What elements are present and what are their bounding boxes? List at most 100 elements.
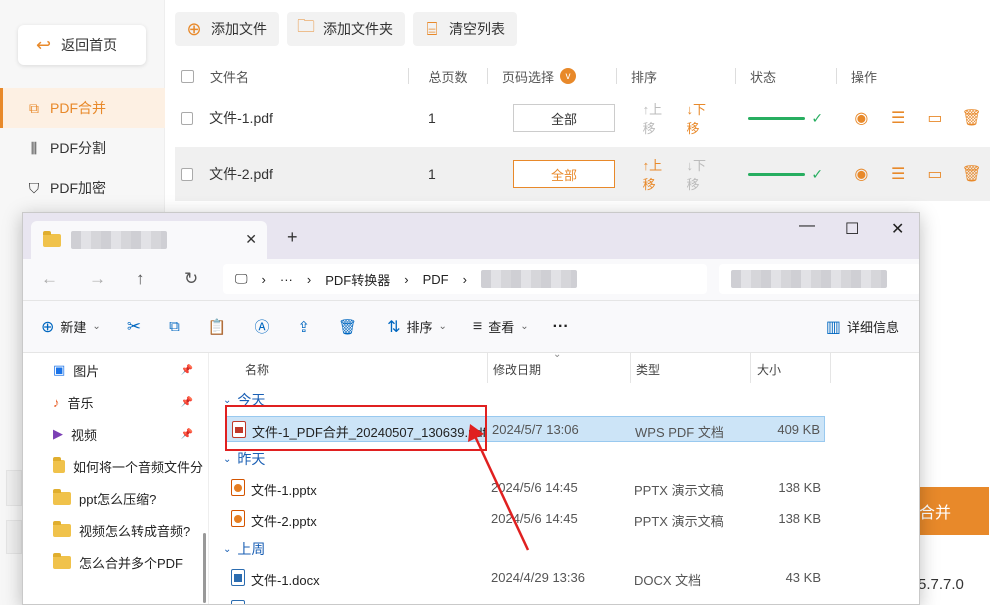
open-folder-icon[interactable]: ▭ [917,164,954,184]
sidebar-item-pdf-encrypt[interactable]: ⛉ PDF加密 [0,168,165,208]
nav-item-folder[interactable]: 怎么合并多个PDF [53,549,203,575]
preview-eye-icon[interactable]: ◉ [843,164,880,184]
nav-item-pictures[interactable]: ▣ 图片 📌 [53,357,203,383]
chevron-down-icon[interactable]: v [560,68,577,84]
clear-list-button[interactable]: ⌸ 清空列表 [413,12,517,46]
folder-icon: 🗀 [297,16,315,36]
move-down-button[interactable]: ↓下移 [687,155,717,193]
sort-button[interactable]: ⇅ 排序 ⌄ [387,317,447,337]
trash-icon[interactable]: 🗑 [953,108,990,128]
docx-file-icon [231,569,245,586]
move-up-button[interactable]: ↑上移 [643,99,673,137]
nav-item-folder[interactable]: 视频怎么转成音频? [53,517,203,543]
col-modified[interactable]: 修改日期 [493,361,541,378]
nav-item-folder[interactable]: ppt怎么压缩? [53,485,203,511]
cut-icon[interactable]: ✂ [127,317,141,337]
sidebar-item-pdf-split[interactable]: ⫼ PDF分割 [0,128,165,168]
new-button[interactable]: ⊕ 新建 ⌄ [41,317,101,337]
divider [836,68,838,84]
move-up-label: 上移 [642,102,663,136]
move-down-button[interactable]: ↓下移 [687,99,717,137]
col-size[interactable]: 大小 [757,361,781,378]
minimize-icon[interactable]: — [799,217,815,235]
col-pages: 总页数 [428,69,468,85]
group-header-last-week[interactable]: ⌄ 上周 [223,539,265,559]
video-icon: ▶ [53,426,63,441]
pin-icon[interactable]: 📌 [181,429,193,440]
lock-shield-icon: ⛉ [28,179,40,196]
file-name: 文件-1.pdf [209,110,273,126]
col-name[interactable]: 名称 [245,361,269,378]
sort-icon: ⇅ [387,318,401,336]
breadcrumb-more[interactable]: ··· [280,272,293,287]
maximize-icon[interactable]: ☐ [845,219,859,239]
chevron-down-icon: ⌄ [92,321,101,332]
explorer-tab[interactable]: ✕ [31,221,267,259]
file-row[interactable]: 文件-1.docx 2024/4/29 13:36 DOCX 文档 43 KB [225,565,825,591]
delete-icon[interactable]: 🗑 [338,318,357,336]
chevron-down-icon: ⌄ [223,543,232,555]
file-type: DOCX 文档 [634,573,702,588]
new-tab-icon[interactable]: + [287,227,298,248]
close-tab-icon[interactable]: ✕ [245,231,257,248]
monitor-icon: 🖵 [235,271,248,286]
refresh-icon[interactable]: ↻ [184,269,198,289]
forward-arrow-icon[interactable]: → [89,269,106,289]
nav-item-label: 怎么合并多个PDF [79,555,184,571]
copy-icon[interactable]: ⧉ [169,318,180,335]
sidebar-item-pdf-merge[interactable]: ⧉ PDF合并 [0,88,165,128]
page-select-button[interactable]: 全部 [513,160,615,188]
nav-item-label: 音乐 [67,395,94,411]
nav-scrollbar[interactable] [203,533,206,603]
view-label: 查看 [488,320,515,335]
nav-item-music[interactable]: ♪ 音乐 📌 [53,389,203,415]
breadcrumb-segment[interactable]: PDF [423,272,449,287]
back-home-button[interactable]: ↩ 返回首页 [18,25,146,65]
more-options-button[interactable]: ··· [553,318,569,336]
view-button[interactable]: ≡ 查看 ⌄ [473,317,529,336]
arrow-line [472,433,530,551]
breadcrumb-segment[interactable]: PDF转换器 [325,270,390,289]
search-input[interactable] [719,264,919,294]
divider [487,353,488,383]
open-folder-icon[interactable]: ▭ [917,108,954,128]
add-folder-button[interactable]: 🗀 添加文件夹 [287,12,405,46]
file-name: 文件-1.pptx [251,483,317,498]
pin-icon[interactable]: 📌 [181,397,193,408]
nav-item-folder[interactable]: 如何将一个音频文件分 [53,453,203,479]
broom-icon: ⌸ [426,18,438,39]
details-pane-icon: ▥ [825,318,841,336]
table-row: 文件-2.pdf 1 全部 ↑上移 ↓下移 ✓ ◉ ☰ ▭ 🗑 [175,147,990,201]
trash-icon[interactable]: 🗑 [953,164,990,184]
nav-item-videos[interactable]: ▶ 视频 📌 [53,421,203,447]
share-icon[interactable]: ⇪ [297,318,310,336]
select-all-checkbox[interactable] [181,69,194,83]
file-name: 文件-2.pdf [209,166,273,182]
paste-icon[interactable]: 📋 [208,318,227,336]
address-input[interactable]: 🖵 › ··· › PDF转换器 › PDF › [223,264,707,294]
document-icon[interactable]: ☰ [880,164,917,184]
file-size: 138 KB [778,511,821,526]
document-icon[interactable]: ☰ [880,108,917,128]
file-row-partial[interactable] [225,596,825,604]
close-window-icon[interactable]: ✕ [891,219,904,239]
pin-icon[interactable]: 📌 [181,365,193,376]
check-icon: ✓ [811,165,824,182]
page-select-button[interactable]: 全部 [513,104,615,132]
details-pane-button[interactable]: ▥ 详细信息 [826,317,899,337]
add-file-button[interactable]: ⊕ 添加文件 [175,12,279,46]
up-arrow-icon[interactable]: ↑ [136,269,145,289]
file-list-header: 名称 修改日期 ⌄ 类型 大小 [211,349,919,383]
back-arrow-icon[interactable]: ← [41,269,58,289]
group-header-yesterday[interactable]: ⌄ 昨天 [223,449,265,469]
row-checkbox[interactable] [181,111,194,125]
rename-icon[interactable]: Ⓐ [254,316,269,337]
group-label: 上周 [237,541,266,557]
row-checkbox[interactable] [181,167,194,181]
chevron-down-icon: ⌄ [553,349,562,360]
divider [750,353,751,383]
preview-eye-icon[interactable]: ◉ [843,108,880,128]
progress-bar [748,116,806,120]
col-type[interactable]: 类型 [636,361,660,378]
move-up-button[interactable]: ↑上移 [643,155,673,193]
